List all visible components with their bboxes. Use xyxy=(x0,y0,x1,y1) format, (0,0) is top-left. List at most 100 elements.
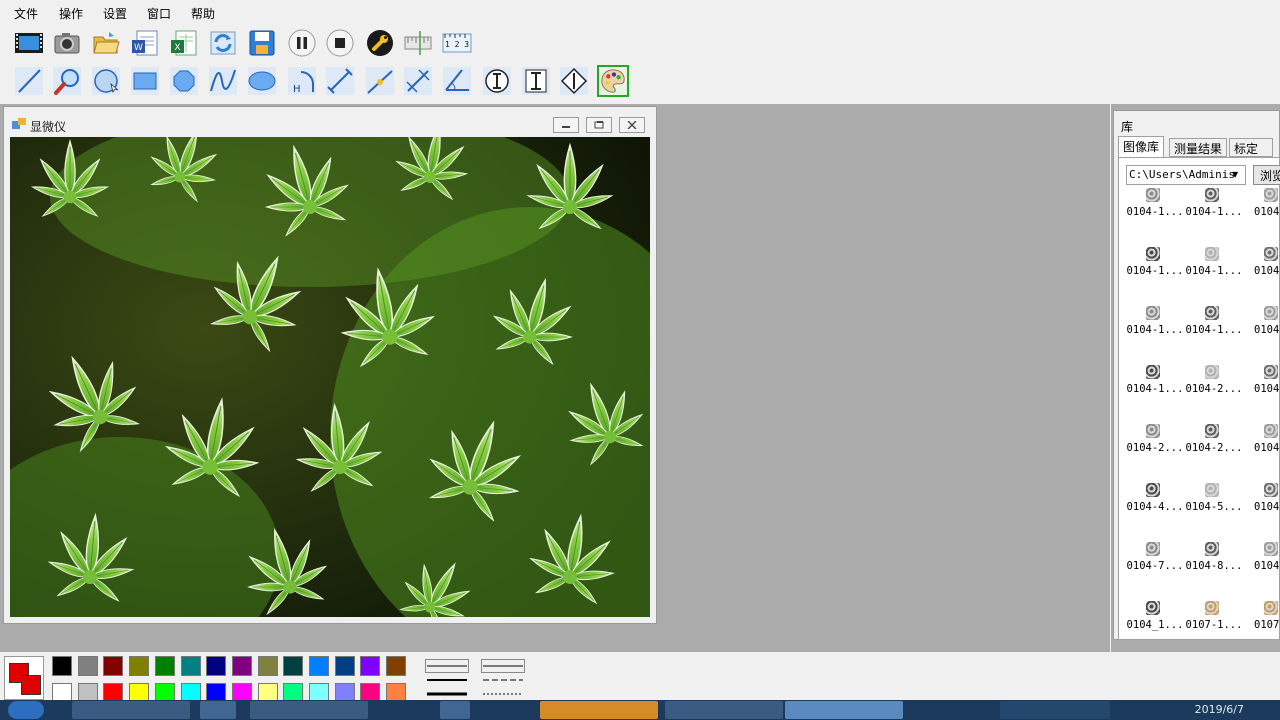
circle-tool-icon[interactable] xyxy=(90,65,122,97)
vertical-text-tool-icon[interactable] xyxy=(481,65,513,97)
menu-window[interactable]: 窗口 xyxy=(147,5,171,22)
thumbnail-item[interactable]: 0104-1... xyxy=(1184,247,1244,295)
color-swatch[interactable] xyxy=(386,656,407,676)
menu-settings[interactable]: 设置 xyxy=(103,5,127,22)
taskbar-app-4[interactable] xyxy=(440,701,470,719)
color-swatch[interactable] xyxy=(283,656,304,676)
thumbnail-item[interactable]: 0104-1 xyxy=(1243,306,1280,354)
ellipse-tool-icon[interactable] xyxy=(246,65,278,97)
palette-icon[interactable] xyxy=(597,65,629,97)
color-swatch[interactable] xyxy=(206,656,227,676)
color-swatch[interactable] xyxy=(129,656,150,676)
tab-measurement-results[interactable]: 测量结果 xyxy=(1169,138,1228,157)
color-swatch[interactable] xyxy=(257,656,278,676)
thumbnail-item[interactable]: 0107-1... xyxy=(1184,601,1244,649)
path-combobox[interactable]: C:\Users\Adminis xyxy=(1126,165,1246,185)
thumbnail-image xyxy=(1146,483,1160,497)
thumbnail-item[interactable]: 0104-1 xyxy=(1243,188,1280,236)
line-style-dashed[interactable] xyxy=(481,673,525,687)
thumbnail-item[interactable]: 0104-1... xyxy=(1125,306,1185,354)
ruler-numbers-icon[interactable]: 1 2 3 xyxy=(441,27,473,59)
thumbnail-item[interactable]: 0104-2... xyxy=(1184,424,1244,472)
thumbnail-item[interactable]: 0104-4... xyxy=(1125,483,1185,531)
thickness-tool-icon[interactable] xyxy=(520,65,552,97)
color-swatch[interactable] xyxy=(231,656,252,676)
color-swatch[interactable] xyxy=(77,656,98,676)
folder-open-icon[interactable] xyxy=(90,27,122,59)
thumbnail-item[interactable]: 0107-1 xyxy=(1243,601,1280,649)
thumbnail-item[interactable]: 0104-9 xyxy=(1243,542,1280,590)
line-style-solid[interactable] xyxy=(481,659,525,673)
thumbnail-item[interactable]: 0104-6 xyxy=(1243,483,1280,531)
excel-icon[interactable]: X xyxy=(168,27,200,59)
color-swatch[interactable] xyxy=(309,656,329,676)
thumbnail-item[interactable]: 0104-2... xyxy=(1125,424,1185,472)
menu-help[interactable]: 帮助 xyxy=(191,5,215,22)
thumbnail-item[interactable]: 0104-2... xyxy=(1184,365,1244,413)
restore-icon[interactable] xyxy=(586,117,612,133)
thumbnail-item[interactable]: 0104-5... xyxy=(1184,483,1244,531)
color-swatch[interactable] xyxy=(180,656,201,676)
line-style-dotted[interactable] xyxy=(481,687,525,701)
thumbnail-item[interactable]: 0104-1... xyxy=(1125,188,1185,236)
taskbar-app-explorer[interactable] xyxy=(72,701,190,719)
menu-operation[interactable]: 操作 xyxy=(59,5,83,22)
stop-icon[interactable] xyxy=(324,27,356,59)
taskbar-app-5[interactable] xyxy=(665,701,783,719)
color-swatch[interactable] xyxy=(154,656,175,676)
color-swatch[interactable] xyxy=(52,656,72,676)
thumbnail-item[interactable]: 0104-7... xyxy=(1125,542,1185,590)
thumbnail-item[interactable]: 0104-1 xyxy=(1243,247,1280,295)
microscope-image[interactable] xyxy=(10,137,650,617)
film-icon[interactable] xyxy=(13,27,45,59)
minimize-icon[interactable] xyxy=(553,117,579,133)
pause-icon[interactable] xyxy=(286,27,318,59)
line-width-thin[interactable] xyxy=(425,659,469,673)
browse-button[interactable]: 浏览 xyxy=(1253,165,1280,185)
menu-file[interactable]: 文件 xyxy=(14,5,38,22)
magnifier-icon[interactable] xyxy=(51,65,83,97)
current-color-box[interactable] xyxy=(4,656,44,700)
secondary-color-swatch[interactable] xyxy=(21,675,41,695)
color-swatch[interactable] xyxy=(334,656,355,676)
distance-tool-icon[interactable] xyxy=(324,65,356,97)
word-icon[interactable]: W xyxy=(129,27,161,59)
tab-calibration[interactable]: 标定 xyxy=(1229,138,1273,157)
thumbnail-item[interactable]: 0104-1... xyxy=(1125,247,1185,295)
thumbnail-item[interactable]: 0104-1... xyxy=(1184,306,1244,354)
thumbnail-item[interactable]: 0104_1... xyxy=(1125,601,1185,649)
thumbnail-item[interactable]: 0104-1... xyxy=(1125,365,1185,413)
thumbnail-item[interactable]: 0104-1... xyxy=(1184,188,1244,236)
thumbnail-item[interactable]: 0104-8... xyxy=(1184,542,1244,590)
wrench-icon[interactable] xyxy=(364,27,396,59)
thumbnail-item[interactable]: 0104-2 xyxy=(1243,365,1280,413)
diamond-tool-icon[interactable] xyxy=(558,65,590,97)
color-swatch[interactable] xyxy=(360,656,381,676)
taskbar-app-3[interactable] xyxy=(250,701,368,719)
close-icon[interactable] xyxy=(619,117,645,133)
taskbar-app-active[interactable] xyxy=(540,701,658,719)
save-icon[interactable] xyxy=(246,27,278,59)
point-line-tool-icon[interactable] xyxy=(364,65,396,97)
polygon-tool-icon[interactable] xyxy=(168,65,200,97)
ruler-icon[interactable] xyxy=(402,27,434,59)
line-width-thick[interactable] xyxy=(425,687,469,701)
taskbar-app-6[interactable] xyxy=(785,701,903,719)
angle-tool-icon[interactable] xyxy=(441,65,473,97)
curve-tool-icon[interactable] xyxy=(207,65,239,97)
arc-tool-icon[interactable]: H xyxy=(286,65,318,97)
parallel-tool-icon[interactable] xyxy=(402,65,434,97)
thumbnail-label: 0104-2... xyxy=(1126,442,1184,454)
chevron-down-icon[interactable]: ▼ xyxy=(1232,170,1238,179)
color-swatch[interactable] xyxy=(103,656,124,676)
thumbnail-item[interactable]: 0104-3 xyxy=(1243,424,1280,472)
tab-image-library[interactable]: 图像库 xyxy=(1118,136,1165,157)
start-button[interactable] xyxy=(8,701,44,719)
camera-icon[interactable] xyxy=(51,27,83,59)
line-width-medium[interactable] xyxy=(425,673,469,687)
thumbnail-image xyxy=(1205,424,1219,438)
taskbar-app-2[interactable] xyxy=(200,701,236,719)
line-tool-icon[interactable] xyxy=(13,65,45,97)
refresh-icon[interactable] xyxy=(207,27,239,59)
rectangle-tool-icon[interactable] xyxy=(129,65,161,97)
